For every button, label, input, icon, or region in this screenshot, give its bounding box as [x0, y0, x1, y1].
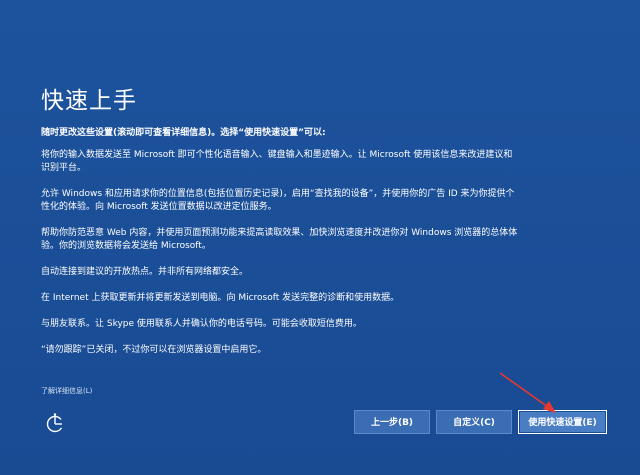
- page-title: 快速上手: [41, 88, 137, 114]
- paragraph-location: 允许 Windows 和应用请求你的位置信息(包括位置历史记录)，启用“查找我的…: [41, 189, 515, 212]
- ease-of-access-icon[interactable]: [44, 412, 66, 434]
- paragraph-browser: 帮助你防范恶意 Web 内容，并使用页面预测功能来提高读取效果、加快浏览速度并改…: [41, 228, 518, 251]
- paragraph-skype: 与朋友联系。让 Skype 使用联系人并确认你的电话号码。可能会收取短信费用。: [41, 319, 362, 329]
- settings-description: 随时更改这些设置(滚动即可查看详细信息)。选择“使用快速设置”可以: 将你的输入…: [41, 127, 521, 370]
- use-express-settings-button[interactable]: 使用快速设置(E): [518, 410, 607, 434]
- oobe-screen: 快速上手 随时更改这些设置(滚动即可查看详细信息)。选择“使用快速设置”可以: …: [0, 0, 640, 475]
- paragraph-hotspots: 自动连接到建议的开放热点。并非所有网络都安全。: [41, 267, 249, 277]
- back-button[interactable]: 上一步(B): [354, 410, 430, 434]
- paragraph-updates: 在 Internet 上获取更新并将更新发送到电脑。向 Microsoft 发送…: [41, 293, 400, 303]
- intro-text: 随时更改这些设置(滚动即可查看详细信息)。选择“使用快速设置”可以:: [41, 128, 326, 138]
- paragraph-input-data: 将你的输入数据发送至 Microsoft 即可个性化语音输入、键盘输入和墨迹输入…: [41, 150, 513, 173]
- learn-more-link[interactable]: 了解详细信息(L): [41, 386, 92, 396]
- paragraph-do-not-track: “请勿跟踪”已关闭，不过你可以在浏览器设置中启用它。: [41, 345, 267, 355]
- customize-button[interactable]: 自定义(C): [436, 410, 512, 434]
